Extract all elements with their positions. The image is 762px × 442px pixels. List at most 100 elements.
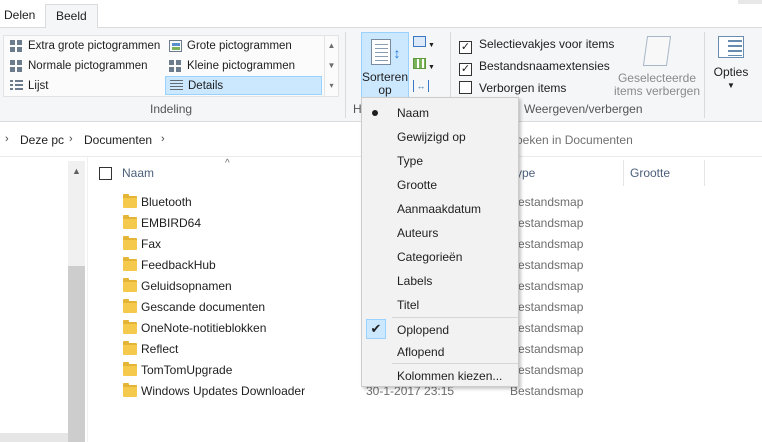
small-icons-icon	[169, 60, 182, 72]
layout-label: Grote pictogrammen	[187, 40, 292, 52]
add-columns-icon	[413, 58, 426, 69]
file-type: Bestandsmap	[510, 321, 584, 335]
chevron-right-icon[interactable]: ›	[5, 133, 9, 145]
menu-separator	[392, 363, 518, 364]
checkbox-checked-icon[interactable]: ✓	[459, 41, 472, 54]
tab-view[interactable]: Beeld	[45, 4, 98, 29]
file-name: Geluidsopnamen	[141, 279, 232, 293]
file-type: Bestandsmap	[510, 195, 584, 209]
folder-icon	[123, 278, 137, 292]
size-columns-button[interactable]: ↔	[413, 78, 435, 96]
file-name: FeedbackHub	[141, 258, 216, 272]
file-name: Bluetooth	[141, 195, 192, 209]
column-header-name[interactable]: Naam	[122, 166, 154, 180]
layout-label: Kleine pictogrammen	[187, 60, 296, 72]
chevron-right-icon[interactable]: ›	[161, 133, 165, 145]
large-icons-icon	[169, 40, 182, 52]
menu-item-sort-type[interactable]: Type	[363, 150, 518, 172]
options-label: Opties	[713, 65, 749, 79]
file-type: Bestandsmap	[510, 363, 584, 377]
layout-extra-large-icons[interactable]: Extra grote pictogrammen	[6, 37, 160, 56]
menu-item-sort-categories[interactable]: Categorieën	[363, 246, 518, 268]
file-name: EMBIRD64	[141, 216, 202, 230]
menu-item-sort-authors[interactable]: Auteurs	[363, 222, 518, 244]
nav-horizontal-scrollbar[interactable]	[0, 433, 68, 442]
hide-selected-items-button[interactable]: Geselecteerde items verbergen	[612, 36, 702, 98]
layout-medium-icons[interactable]: Normale pictogrammen	[6, 57, 148, 76]
check-icon: ✔	[366, 319, 386, 339]
expand-gallery-icon[interactable]: ▾	[325, 76, 338, 96]
search-input[interactable]: oeken in Documenten	[516, 133, 633, 147]
add-columns-button[interactable]: ▼	[413, 58, 435, 76]
file-name: Reflect	[141, 342, 179, 356]
column-divider[interactable]	[623, 160, 624, 186]
file-name: Gescande documenten	[141, 300, 266, 314]
menu-item-sort-date-modified[interactable]: Gewijzigd op	[363, 126, 518, 148]
column-header-size[interactable]: Grootte	[630, 166, 670, 180]
menu-item-sort-name[interactable]: Naam	[363, 102, 518, 124]
menu-item-sort-size[interactable]: Grootte	[363, 174, 518, 196]
medium-icons-icon	[10, 60, 23, 72]
menu-item-sort-title[interactable]: Titel	[363, 294, 518, 316]
file-name: TomTomUpgrade	[141, 363, 233, 377]
file-name: OneNote-notitieblokken	[141, 321, 267, 335]
scroll-down-icon[interactable]: ▼	[325, 56, 338, 76]
hide-items-icon	[642, 36, 672, 66]
folder-icon	[123, 362, 137, 376]
folder-icon	[123, 215, 137, 229]
size-columns-icon: ↔	[413, 80, 429, 92]
layout-small-icons[interactable]: Kleine pictogrammen	[165, 57, 295, 76]
file-type: Bestandsmap	[510, 216, 584, 230]
nav-scroll-thumb[interactable]	[68, 266, 85, 442]
breadcrumb-documents[interactable]: Documenten	[84, 133, 152, 147]
column-divider[interactable]	[704, 160, 705, 186]
checkbox-unchecked-icon[interactable]	[459, 81, 472, 94]
folder-icon	[123, 341, 137, 355]
sort-icon: ↕	[369, 37, 403, 69]
layout-details[interactable]: Details	[165, 76, 322, 95]
menu-item-descending[interactable]: Aflopend	[363, 341, 518, 363]
checkbox-item-check-boxes[interactable]: ✓ Selectievakjes voor items	[459, 36, 614, 54]
breadcrumb-this-pc[interactable]: Deze pc	[20, 133, 64, 147]
layout-label: Details	[188, 80, 224, 92]
file-name: Windows Updates Downloader	[141, 384, 306, 398]
group-by-icon	[413, 36, 426, 47]
folder-icon	[123, 383, 137, 397]
file-type: Bestandsmap	[510, 237, 584, 251]
menu-item-choose-columns[interactable]: Kolommen kiezen...	[363, 365, 518, 387]
layout-gallery-scroll[interactable]: ▲ ▼ ▾	[324, 36, 338, 96]
folder-icon	[123, 299, 137, 313]
file-type: Bestandsmap	[510, 384, 584, 398]
group-by-button[interactable]: ▼	[413, 36, 435, 54]
select-all-checkbox[interactable]	[99, 167, 112, 180]
file-type: Bestandsmap	[510, 300, 584, 314]
chevron-right-icon[interactable]: ›	[69, 133, 73, 145]
options-button[interactable]: Opties ▼	[707, 36, 755, 92]
group-label-layout: Indeling	[150, 102, 193, 116]
checkbox-checked-icon[interactable]: ✓	[459, 63, 472, 76]
menu-item-sort-tags[interactable]: Labels	[363, 270, 518, 292]
layout-list[interactable]: Lijst	[6, 77, 48, 96]
tab-share[interactable]: Delen	[0, 4, 45, 28]
sort-by-button[interactable]: ↕ Sorteren op▼	[361, 32, 409, 109]
details-icon	[170, 80, 183, 92]
file-type: Bestandsmap	[510, 279, 584, 293]
layout-gallery: Extra grote pictogrammen Grote pictogram…	[3, 35, 339, 97]
sort-ascending-icon: ^	[225, 158, 230, 169]
options-icon	[718, 36, 744, 58]
nav-scrollbar[interactable]: ▲	[68, 161, 85, 442]
scroll-up-icon[interactable]: ▲	[68, 166, 85, 176]
list-icon	[10, 80, 23, 92]
menu-item-ascending[interactable]: ✔ Oplopend	[363, 319, 518, 341]
window-corner	[738, 0, 762, 4]
checkbox-hidden-items[interactable]: Verborgen items	[459, 80, 566, 98]
hide-selected-label: Geselecteerde items verbergen	[613, 71, 701, 98]
group-divider	[345, 32, 346, 118]
scroll-up-icon[interactable]: ▲	[325, 36, 338, 56]
radio-bullet-icon	[372, 110, 378, 116]
checkbox-file-name-extensions[interactable]: ✓ Bestandsnaamextensies	[459, 58, 610, 76]
layout-label: Lijst	[28, 80, 49, 92]
layout-large-icons[interactable]: Grote pictogrammen	[165, 37, 292, 56]
extra-large-icons-icon	[10, 40, 23, 52]
menu-item-sort-date-created[interactable]: Aanmaakdatum	[363, 198, 518, 220]
